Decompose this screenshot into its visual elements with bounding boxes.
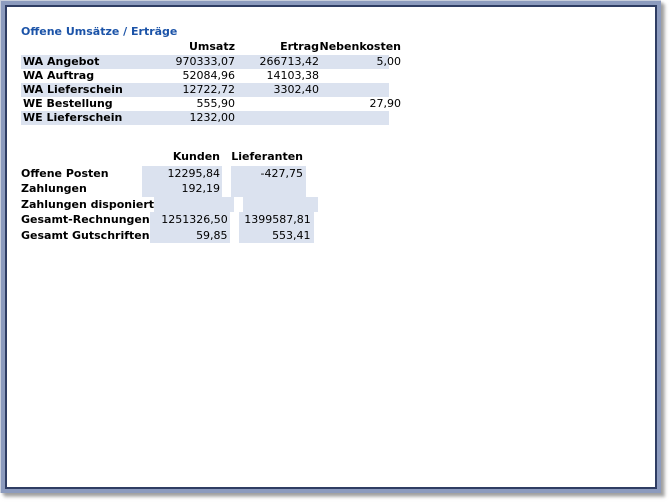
column-header-umsatz: Umsatz: [153, 40, 235, 55]
column-header-blank: [21, 150, 142, 166]
column-header-ertrag: Ertrag: [235, 40, 319, 55]
report-window-frame: Offene Umsätze / Erträge Umsatz Ertrag N…: [0, 0, 661, 493]
cell-kunden: [154, 197, 234, 212]
cell-nebenkosten: 27,90: [319, 97, 403, 111]
row-label: WA Lieferschein: [21, 83, 153, 97]
row-label: Offene Posten: [21, 166, 142, 181]
table-row: WE Lieferschein 1232,00: [21, 111, 389, 125]
cell-lieferanten: [231, 181, 306, 196]
cell-ertrag: [235, 97, 319, 111]
cell-kunden: 12295,84: [142, 166, 222, 181]
cell-lieferanten: 553,41: [239, 228, 314, 243]
balances-table: Kunden Lieferanten Offene Posten 12295,8…: [21, 150, 306, 243]
cell-kunden: 59,85: [150, 228, 230, 243]
cell-umsatz: 1232,00: [153, 111, 235, 125]
column-gap: [222, 181, 231, 196]
cell-umsatz: 52084,96: [153, 69, 235, 83]
cell-ertrag: 266713,42: [235, 55, 319, 69]
cell-nebenkosten: [319, 111, 403, 125]
page-title: Offene Umsätze / Erträge: [21, 25, 177, 38]
balances-table-header-row: Kunden Lieferanten: [21, 150, 306, 166]
row-label: WE Bestellung: [21, 97, 153, 111]
row-label: WA Angebot: [21, 55, 153, 69]
table-row: Gesamt Gutschriften 59,85 553,41: [21, 228, 306, 243]
cell-nebenkosten: [319, 83, 403, 97]
column-gap: [222, 150, 231, 166]
cell-ertrag: 14103,38: [235, 69, 319, 83]
column-header-nebenkosten: Nebenkosten: [319, 40, 403, 55]
table-row: WA Angebot 970333,07 266713,42 5,00: [21, 55, 389, 69]
sales-table-header-row: Umsatz Ertrag Nebenkosten: [21, 40, 389, 55]
cell-lieferanten: -427,75: [231, 166, 306, 181]
sales-table: Umsatz Ertrag Nebenkosten WA Angebot 970…: [21, 40, 389, 125]
table-row: WE Bestellung 555,90 27,90: [21, 97, 389, 111]
cell-nebenkosten: 5,00: [319, 55, 403, 69]
table-row: Zahlungen 192,19: [21, 181, 306, 196]
cell-ertrag: 3302,40: [235, 83, 319, 97]
row-label: Zahlungen disponiert: [21, 197, 154, 212]
column-header-blank: [21, 40, 153, 55]
column-gap: [230, 228, 239, 243]
table-row: WA Lieferschein 12722,72 3302,40: [21, 83, 389, 97]
row-label: WE Lieferschein: [21, 111, 153, 125]
report-window-content: Offene Umsätze / Erträge Umsatz Ertrag N…: [5, 5, 657, 489]
row-label: Gesamt Gutschriften: [21, 228, 150, 243]
cell-nebenkosten: [319, 69, 403, 83]
table-row: Gesamt-Rechnungen 1251326,50 1399587,81: [21, 212, 306, 227]
table-row: WA Auftrag 52084,96 14103,38: [21, 69, 389, 83]
table-row: Zahlungen disponiert: [21, 197, 306, 212]
row-label: Gesamt-Rechnungen: [21, 212, 150, 227]
column-gap: [222, 166, 231, 181]
column-gap: [230, 212, 239, 227]
cell-umsatz: 555,90: [153, 97, 235, 111]
cell-kunden: 192,19: [142, 181, 222, 196]
column-gap: [234, 197, 243, 212]
column-header-kunden: Kunden: [142, 150, 222, 166]
column-header-lieferanten: Lieferanten: [231, 150, 306, 166]
cell-kunden: 1251326,50: [150, 212, 230, 227]
row-label: WA Auftrag: [21, 69, 153, 83]
cell-umsatz: 970333,07: [153, 55, 235, 69]
cell-umsatz: 12722,72: [153, 83, 235, 97]
cell-ertrag: [235, 111, 319, 125]
cell-lieferanten: 1399587,81: [239, 212, 314, 227]
row-label: Zahlungen: [21, 181, 142, 196]
table-row: Offene Posten 12295,84 -427,75: [21, 166, 306, 181]
cell-lieferanten: [243, 197, 318, 212]
